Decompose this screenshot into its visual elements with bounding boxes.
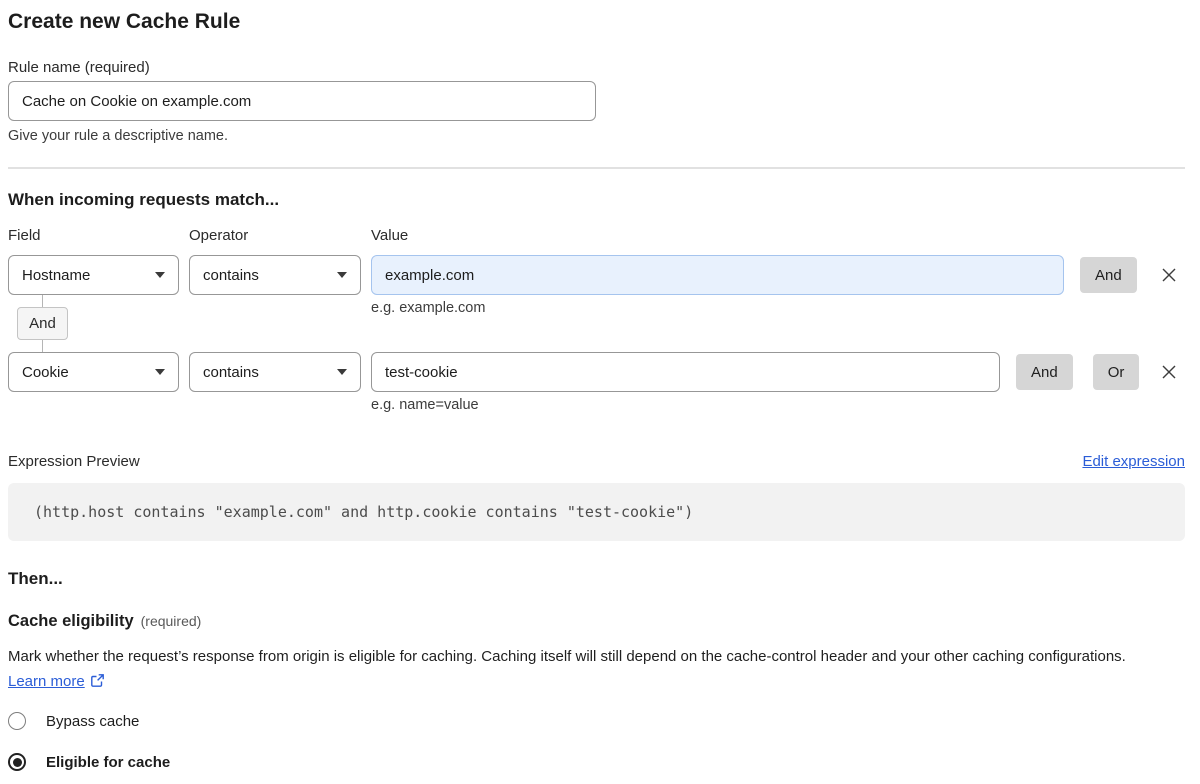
radio-unselected-icon[interactable]	[8, 712, 26, 730]
eligible-for-cache-label: Eligible for cache	[46, 754, 170, 771]
then-heading: Then...	[8, 569, 1185, 589]
operator-select-1[interactable]: contains	[189, 255, 361, 295]
field-column-label: Field	[8, 227, 179, 244]
condition-row-1: Hostname contains And	[8, 255, 1185, 295]
bypass-cache-label: Bypass cache	[46, 713, 139, 730]
chevron-down-icon	[155, 369, 165, 375]
radio-option-eligible-for-cache[interactable]: Eligible for cache	[8, 753, 1185, 771]
cache-eligibility-description: Mark whether the request’s response from…	[8, 644, 1156, 696]
chevron-down-icon	[337, 272, 347, 278]
match-heading: When incoming requests match...	[8, 190, 1185, 210]
condition-row-2: Cookie contains And Or	[8, 352, 1185, 392]
required-tag: (required)	[141, 613, 202, 629]
learn-more-link[interactable]: Learn more	[8, 673, 85, 690]
operator-select-2-value: contains	[203, 364, 259, 381]
value-column-label: Value	[371, 227, 408, 244]
and-connector-button[interactable]: And	[17, 307, 68, 340]
cache-eligibility-heading: Cache eligibility (required)	[8, 612, 1185, 631]
create-cache-rule-page: Create new Cache Rule Rule name (require…	[0, 0, 1200, 771]
and-button-row-2[interactable]: And	[1016, 354, 1073, 390]
edit-expression-link[interactable]: Edit expression	[1082, 453, 1185, 470]
rule-name-label: Rule name (required)	[8, 59, 1185, 76]
expression-code: (http.host contains "example.com" and ht…	[34, 503, 693, 521]
and-button-row-1[interactable]: And	[1080, 257, 1137, 293]
external-link-icon	[90, 671, 105, 696]
connector-region: And e.g. example.com	[8, 295, 1185, 352]
expression-preview-header: Expression Preview Edit expression	[8, 453, 1185, 470]
field-select-2-value: Cookie	[22, 364, 69, 381]
expression-preview-label: Expression Preview	[8, 453, 140, 470]
value-input-2[interactable]	[371, 352, 1000, 392]
field-select-1-value: Hostname	[22, 267, 90, 284]
operator-select-2[interactable]: contains	[189, 352, 361, 392]
value-input-1[interactable]	[371, 255, 1064, 295]
description-text: Mark whether the request’s response from…	[8, 648, 1126, 665]
operator-column-label: Operator	[189, 227, 361, 244]
field-select-1[interactable]: Hostname	[8, 255, 179, 295]
chevron-down-icon	[337, 369, 347, 375]
radio-selected-icon[interactable]	[8, 753, 26, 771]
remove-condition-1-icon[interactable]	[1159, 265, 1179, 285]
field-select-2[interactable]: Cookie	[8, 352, 179, 392]
or-button-row-2[interactable]: Or	[1093, 354, 1140, 390]
section-divider	[8, 167, 1185, 169]
radio-dot	[13, 758, 22, 767]
connector-line-top	[42, 295, 43, 307]
condition-column-labels: Field Operator Value	[8, 227, 1185, 244]
expression-code-block: (http.host contains "example.com" and ht…	[8, 483, 1185, 541]
page-title: Create new Cache Rule	[8, 10, 1185, 34]
rule-name-helper: Give your rule a descriptive name.	[8, 128, 1185, 144]
operator-select-1-value: contains	[203, 267, 259, 284]
chevron-down-icon	[155, 272, 165, 278]
value-1-helper: e.g. example.com	[371, 300, 485, 316]
connector-line-bottom	[42, 340, 43, 352]
value-2-helper: e.g. name=value	[371, 397, 1185, 413]
remove-condition-2-icon[interactable]	[1159, 362, 1179, 382]
cache-eligibility-title: Cache eligibility	[8, 612, 134, 630]
radio-option-bypass-cache[interactable]: Bypass cache	[8, 712, 1185, 730]
rule-name-input[interactable]	[8, 81, 596, 121]
